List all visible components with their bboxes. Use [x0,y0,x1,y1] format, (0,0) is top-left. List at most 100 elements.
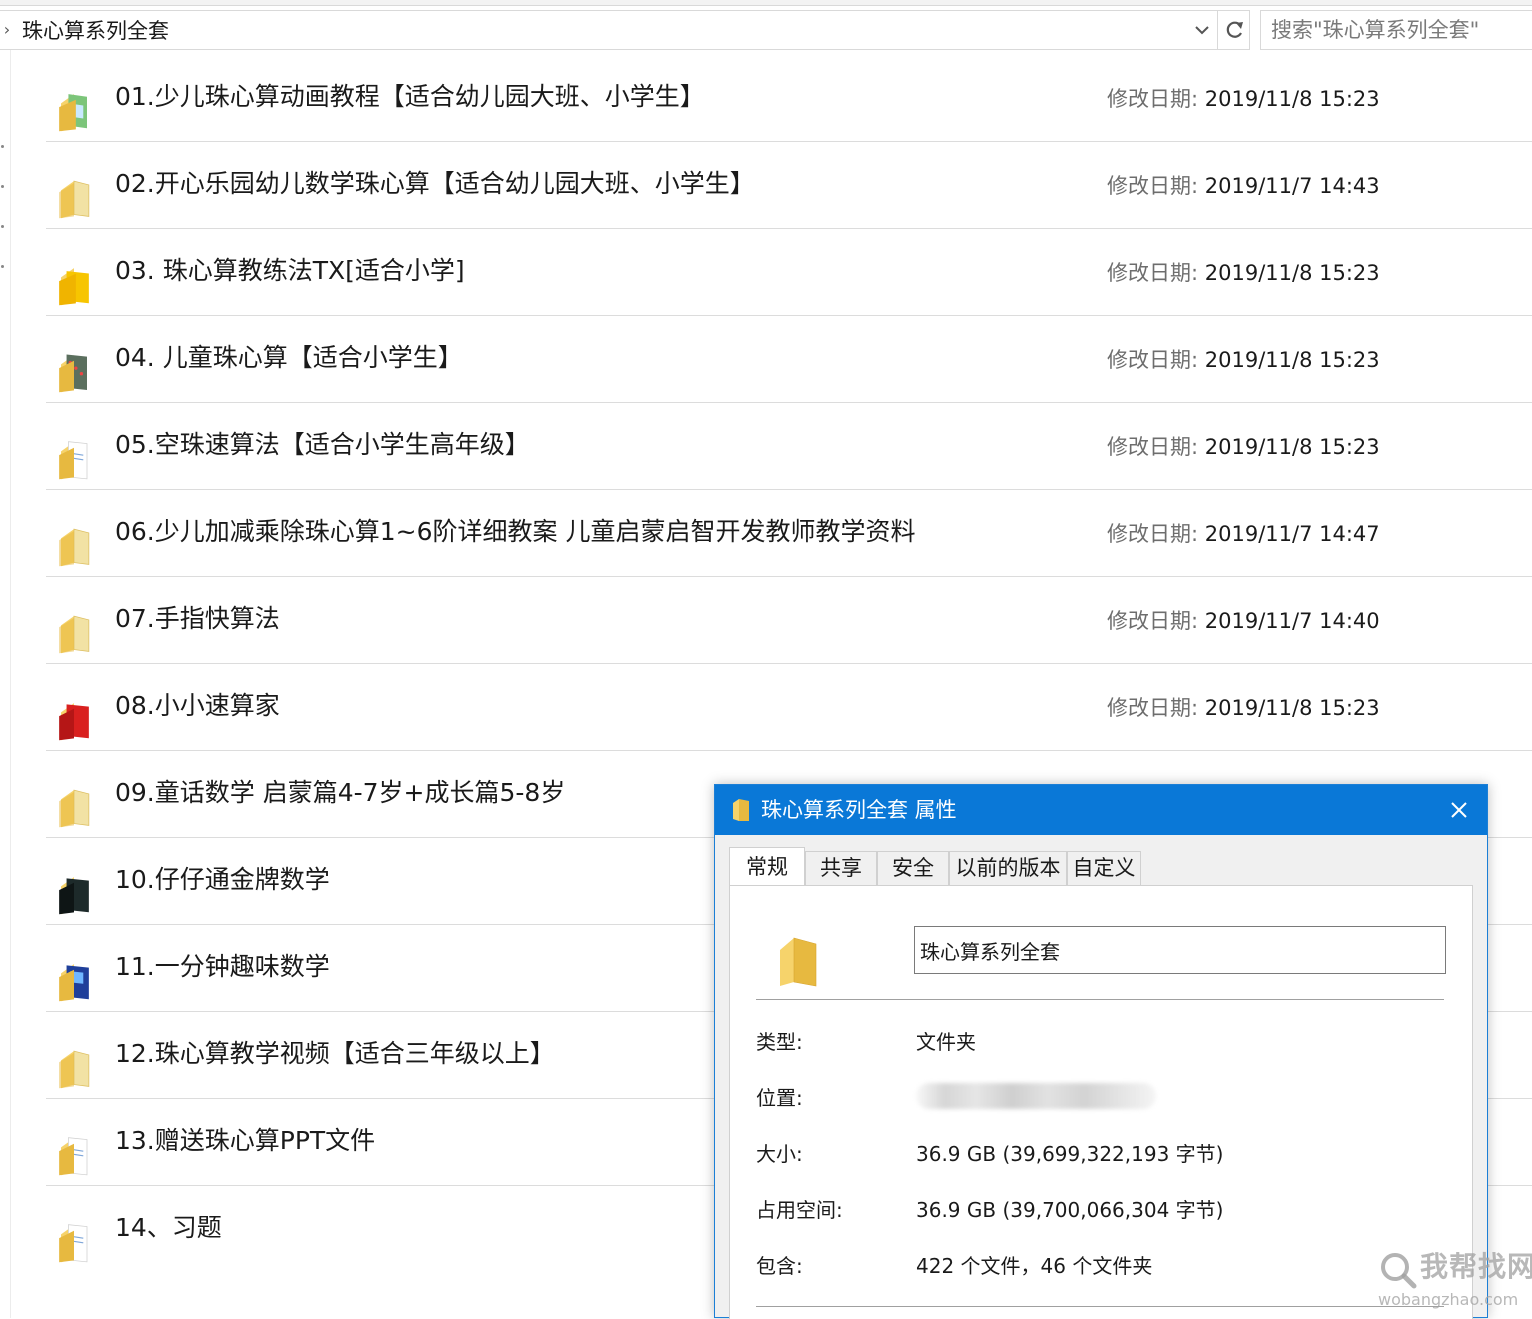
size-label: 大小: [756,1142,803,1166]
dialog-title: 珠心算系列全套 属性 [761,798,957,822]
folder-icon [59,528,90,567]
modified-date: 修改日期: 2019/11/8 15:23 [1107,259,1380,287]
folder-icon [59,1050,90,1089]
folder-name[interactable]: 05.空珠速算法【适合小学生高年级】 [115,429,530,461]
refresh-icon [1226,21,1243,38]
folder-thumb-red-icon [59,703,89,741]
folder-name[interactable]: 08.小小速算家 [115,690,280,722]
folder-thumb-abacus-icon [59,354,87,393]
folder-name[interactable]: 07.手指快算法 [115,603,280,635]
address-path[interactable]: 珠心算系列全套 [22,18,169,44]
folder-name[interactable]: 11.一分钟趣味数学 [115,951,330,983]
folder-icon [733,799,749,821]
modified-date-label: 修改日期: [1107,696,1199,720]
folder-icon [59,789,90,828]
folder-row[interactable]: 03. 珠心算教练法TX[适合小学] 修改日期: 2019/11/8 15:23 [46,229,1532,316]
folder-name[interactable]: 13.赠送珠心算PPT文件 [115,1125,375,1157]
folder-icon [59,615,90,654]
modified-date-value: 2019/11/8 15:23 [1204,348,1380,372]
folder-name[interactable]: 03. 珠心算教练法TX[适合小学] [115,255,465,287]
dialog-title-bar[interactable]: 珠心算系列全套 属性 [715,785,1487,835]
folder-icon [59,180,90,219]
modified-date: 修改日期: 2019/11/8 15:23 [1107,85,1380,113]
size-value: 36.9 GB (39,699,322,193 字节) [916,1142,1224,1166]
refresh-button[interactable] [1218,10,1250,50]
folder-thumb-yellow-icon [59,268,89,306]
modified-date: 修改日期: 2019/11/7 14:43 [1107,172,1380,200]
size-on-disk-label: 占用空间: [756,1198,843,1222]
window-top-strip [0,0,1532,6]
folder-thumb-doc-icon [59,1137,88,1176]
folder-thumb-green-icon [59,94,88,132]
folder-row[interactable]: 05.空珠速算法【适合小学生高年级】 修改日期: 2019/11/8 15:23 [46,403,1532,490]
folder-name[interactable]: 10.仔仔通金牌数学 [115,864,330,896]
folder-row[interactable]: 06.少儿加减乘除珠心算1~6阶详细教案 儿童启蒙启智开发教师教学资料 修改日期:… [46,490,1532,577]
location-label: 位置: [756,1086,803,1110]
folder-row[interactable]: 04. 儿童珠心算【适合小学生】 修改日期: 2019/11/8 15:23 [46,316,1532,403]
type-value: 文件夹 [916,1030,976,1054]
modified-date-label: 修改日期: [1107,261,1199,285]
chevron-right-icon[interactable]: › [0,18,14,42]
nav-marker [1,145,4,148]
type-label: 类型: [756,1030,803,1054]
size-on-disk-value: 36.9 GB (39,700,066,304 字节) [916,1198,1224,1222]
folder-name[interactable]: 06.少儿加减乘除珠心算1~6阶详细教案 儿童启蒙启智开发教师教学资料 [115,516,915,548]
modified-date-value: 2019/11/8 15:23 [1204,696,1380,720]
modified-date-label: 修改日期: [1107,87,1199,111]
magnifier-logo-icon [1381,1253,1417,1289]
location-value-blurred [916,1083,1156,1109]
modified-date-value: 2019/11/8 15:23 [1204,261,1380,285]
navigation-pane-edge[interactable] [0,50,11,1318]
tab-general[interactable]: 常规 [729,847,805,885]
general-tab-panel: 类型: 文件夹 位置: 大小: 36.9 GB (39,699,322,193 … [729,885,1473,1319]
close-icon [1451,802,1467,818]
modified-date-value: 2019/11/7 14:47 [1204,522,1380,546]
folder-row[interactable]: 02.开心乐园幼儿数学珠心算【适合幼儿园大班、小学生】 修改日期: 2019/11… [46,142,1532,229]
folder-row[interactable]: 08.小小速算家 修改日期: 2019/11/8 15:23 [46,664,1532,751]
close-button[interactable] [1441,793,1477,827]
folder-thumb-doc-icon [59,441,88,480]
nav-marker [1,225,4,228]
folder-row[interactable]: 07.手指快算法 修改日期: 2019/11/7 14:40 [46,577,1532,664]
tab-customize[interactable]: 自定义 [1067,851,1141,885]
modified-date-label: 修改日期: [1107,435,1199,459]
separator [756,1306,1444,1307]
separator [756,999,1444,1000]
folder-thumb-blue-icon [59,964,89,1002]
address-bar[interactable]: › 珠心算系列全套 [0,10,1218,50]
tab-sharing[interactable]: 共享 [805,851,877,885]
chevron-down-icon[interactable] [1191,17,1213,43]
folder-name[interactable]: 09.童话数学 启蒙篇4-7岁+成长篇5-8岁 [115,777,565,809]
search-input[interactable] [1260,10,1532,50]
folder-large-icon [780,937,817,987]
folder-name[interactable]: 01.少儿珠心算动画教程【适合幼儿园大班、小学生】 [115,81,705,113]
modified-date-value: 2019/11/7 14:40 [1204,609,1380,633]
modified-date-value: 2019/11/8 15:23 [1204,435,1380,459]
folder-thumb-dark-icon [59,877,89,915]
modified-date-label: 修改日期: [1107,348,1199,372]
modified-date-label: 修改日期: [1107,609,1199,633]
modified-date: 修改日期: 2019/11/7 14:47 [1107,520,1380,548]
folder-name[interactable]: 04. 儿童珠心算【适合小学生】 [115,342,463,374]
folder-thumb-doc-icon [59,1224,88,1263]
modified-date-label: 修改日期: [1107,522,1199,546]
modified-date: 修改日期: 2019/11/7 14:40 [1107,607,1380,635]
folder-name[interactable]: 14、习题 [115,1212,222,1244]
modified-date-value: 2019/11/7 14:43 [1204,174,1380,198]
tab-security[interactable]: 安全 [877,851,949,885]
folder-name[interactable]: 12.珠心算教学视频【适合三年级以上】 [115,1038,555,1070]
watermark: 我帮找网 wobangzhao.com [1376,1246,1532,1314]
tab-previous-versions[interactable]: 以前的版本 [949,851,1067,885]
nav-marker [1,185,4,188]
folder-row[interactable]: 01.少儿珠心算动画教程【适合幼儿园大班、小学生】 修改日期: 2019/11/8… [46,55,1532,142]
folder-name[interactable]: 02.开心乐园幼儿数学珠心算【适合幼儿园大班、小学生】 [115,168,755,200]
watermark-en: wobangzhao.com [1378,1290,1519,1309]
modified-date-value: 2019/11/8 15:23 [1204,87,1380,111]
contains-value: 422 个文件，46 个文件夹 [916,1254,1153,1278]
modified-date: 修改日期: 2019/11/8 15:23 [1107,694,1380,722]
modified-date: 修改日期: 2019/11/8 15:23 [1107,346,1380,374]
watermark-cn: 我帮找网 [1420,1250,1532,1283]
folder-name-field[interactable] [914,926,1446,974]
modified-date-label: 修改日期: [1107,174,1199,198]
nav-marker [1,265,4,268]
